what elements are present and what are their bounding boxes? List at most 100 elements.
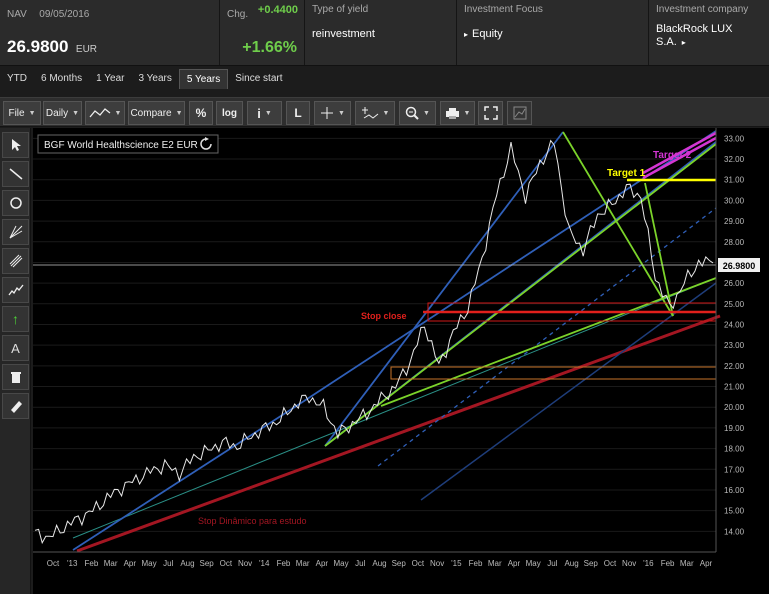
percent-button[interactable]: % (189, 101, 213, 125)
y-tick-label: 16.00 (724, 486, 745, 495)
y-tick-label: 14.00 (724, 527, 745, 536)
fullscreen-button[interactable] (478, 101, 503, 125)
crosshair-dropdown[interactable]: ▼ (314, 101, 351, 125)
trash-icon (10, 372, 21, 383)
eraser-tool[interactable] (2, 393, 29, 419)
file-menu-button[interactable]: File ▼ (3, 101, 41, 125)
x-tick-label: Nov (430, 559, 444, 568)
x-tick-label: '16 (643, 559, 654, 568)
x-axis: Oct '13 Feb Mar Apr May Jul Aug Sep Oct Nov '14 Feb M… (33, 551, 716, 568)
chart-area[interactable]: 14.00 15.00 16.00 17.00 18.00 19.00 20.00 21.00… (33, 128, 769, 594)
pointer-tool[interactable] (2, 132, 29, 158)
line-chart-icon (89, 108, 110, 118)
caret-down-icon: ▼ (423, 109, 430, 117)
nav-currency: EUR (75, 44, 98, 55)
caret-down-icon: ▼ (463, 109, 471, 117)
x-tick-label: Aug (372, 559, 386, 568)
circle-icon (9, 197, 22, 209)
arrow-up-icon: ↑ (12, 311, 19, 327)
line-tool-icon (9, 168, 22, 180)
y-axis: 14.00 15.00 16.00 17.00 18.00 19.00 20.00 21.00… (715, 128, 745, 552)
tab-1-year[interactable]: 1 Year (89, 69, 131, 89)
trend-zigzag-icon (7, 284, 24, 296)
nav-date: 09/05/2016 (39, 9, 90, 20)
x-tick-label: May (334, 559, 349, 568)
tab-5-years[interactable]: 5 Years (178, 69, 229, 89)
price-series-line (34, 139, 714, 545)
info-icon: i (257, 105, 261, 121)
target-2-label: Target 2 (653, 150, 692, 161)
x-tick-label: Apr (508, 559, 521, 568)
caret-down-icon: ▼ (264, 109, 272, 117)
x-tick-label: May (526, 559, 541, 568)
drawing-tools-panel: ↑ A (0, 128, 31, 594)
fan-lines-icon (9, 225, 22, 239)
x-tick-label: Jul (163, 559, 173, 568)
tab-since-start[interactable]: Since start (228, 69, 289, 89)
caret-down-icon: ▼ (114, 109, 122, 117)
x-tick-label: Apr (124, 559, 137, 568)
zoom-dropdown[interactable]: ▼ (399, 101, 436, 125)
chart-toolbar: File ▼ Daily ▼ ▼ Compare ▼ % log i ▼ L ▼ ▼ ▼… (0, 97, 769, 127)
fan-tool[interactable] (2, 219, 29, 245)
x-tick-label: Feb (661, 559, 675, 568)
chart-title: BGF World Healthscience E2 EUR (44, 140, 198, 151)
nav-cell: NAV 09/05/2016 26.9800 EUR (0, 0, 220, 65)
tab-3-years[interactable]: 3 Years (132, 69, 179, 89)
focus-cell: Investment Focus ▸ Equity (457, 0, 649, 65)
x-tick-label: Jul (355, 559, 365, 568)
chart-type-dropdown[interactable]: ▼ (85, 101, 125, 125)
lime-rebound-line (644, 182, 674, 317)
chart-settings-button[interactable] (507, 101, 532, 125)
delete-drawings-tool[interactable] (2, 364, 29, 390)
company-name-line-1: BlackRock LUX (656, 23, 733, 35)
channel-tool[interactable] (2, 248, 29, 274)
last-value-label: 26.9800 (723, 261, 756, 271)
tab-6-months[interactable]: 6 Months (34, 69, 89, 89)
caret-down-icon: ▼ (338, 109, 345, 117)
y-tick-label: 32.00 (724, 155, 745, 164)
x-tick-label: Mar (104, 559, 118, 568)
y-tick-label: 15.00 (724, 507, 745, 516)
info-dropdown[interactable]: i ▼ (247, 101, 282, 125)
log-scale-button[interactable]: log (216, 101, 243, 125)
stop-dynamic-label: Stop Dinâmico para estudo (198, 516, 307, 526)
trendline-tool[interactable] (2, 161, 29, 187)
drawings (33, 130, 721, 553)
text-tool[interactable]: A (2, 335, 29, 361)
x-tick-label: Sep (392, 559, 407, 568)
parallel-lines-icon (9, 254, 22, 268)
x-tick-label: Apr (700, 559, 713, 568)
x-tick-label: Oct (220, 559, 233, 568)
indicators-dropdown[interactable]: ▼ (355, 101, 395, 125)
y-tick-label: 18.00 (724, 445, 745, 454)
chart-title-box: BGF World Healthscience E2 EUR (37, 134, 219, 154)
y-tick-label: 25.00 (724, 300, 745, 309)
caret-down-icon: ▼ (175, 109, 183, 117)
y-tick-label: 26.00 (724, 279, 745, 288)
price-chart[interactable]: 14.00 15.00 16.00 17.00 18.00 19.00 20.00 21.00… (33, 128, 769, 594)
eraser-icon (10, 401, 22, 413)
interval-dropdown[interactable]: Daily ▼ (43, 101, 82, 125)
y-tick-label: 22.00 (724, 362, 745, 371)
compare-dropdown[interactable]: Compare ▼ (128, 101, 185, 125)
company-link[interactable]: BlackRock LUX S.A. ▸ (656, 23, 762, 49)
change-percent: +1.66% (242, 39, 297, 56)
caret-down-icon: ▼ (28, 109, 36, 117)
x-tick-label: Feb (85, 559, 99, 568)
regression-tool[interactable] (2, 277, 29, 303)
y-tick-label: 28.00 (724, 238, 745, 247)
buy-arrow-tool[interactable]: ↑ (2, 306, 29, 332)
circle-tool[interactable] (2, 190, 29, 216)
focus-link[interactable]: ▸ Equity (464, 28, 641, 40)
company-name-line-2: S.A. (656, 36, 677, 48)
tab-ytd[interactable]: YTD (0, 69, 34, 89)
y-tick-label: 30.00 (724, 196, 745, 205)
linear-scale-button[interactable]: L (286, 101, 310, 125)
y-tick-label: 17.00 (724, 465, 745, 474)
quote-header: NAV 09/05/2016 26.9800 EUR Chg. +0.4400 … (0, 0, 769, 66)
print-dropdown[interactable]: ▼ (440, 101, 475, 125)
chevron-right-icon: ▸ (464, 30, 469, 39)
x-tick-label: Mar (296, 559, 310, 568)
x-tick-label: Nov (238, 559, 252, 568)
